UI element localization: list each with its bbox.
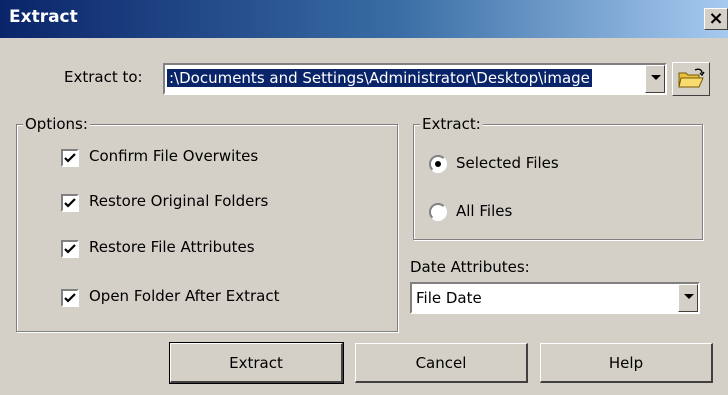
extract-to-dropdown-button[interactable] bbox=[645, 65, 665, 93]
all-files-label[interactable]: All Files bbox=[456, 202, 512, 220]
extract-to-path[interactable]: :\Documents and Settings\Administrator\D… bbox=[167, 69, 592, 87]
window-title: Extract bbox=[9, 7, 78, 27]
date-attributes-dropdown-button[interactable] bbox=[678, 284, 698, 312]
selected-files-label[interactable]: Selected Files bbox=[456, 154, 559, 172]
checkmark-icon bbox=[64, 198, 76, 208]
checkmark-icon bbox=[64, 293, 76, 303]
restore-folders-checkbox[interactable] bbox=[61, 194, 79, 212]
restore-attributes-label[interactable]: Restore File Attributes bbox=[89, 238, 255, 256]
date-attributes-select[interactable]: File Date bbox=[410, 282, 700, 314]
confirm-overwrite-checkbox[interactable] bbox=[61, 149, 79, 167]
checkmark-icon bbox=[64, 153, 76, 163]
checkmark-icon bbox=[64, 244, 76, 254]
date-attributes-value: File Date bbox=[416, 289, 482, 307]
extract-to-combo[interactable]: :\Documents and Settings\Administrator\D… bbox=[163, 63, 667, 95]
browse-folder-button[interactable] bbox=[672, 62, 710, 96]
title-bar: Extract × bbox=[0, 0, 728, 38]
close-button[interactable]: × bbox=[704, 8, 728, 30]
help-button-label: Help bbox=[608, 353, 644, 372]
extract-to-label: Extract to: bbox=[64, 68, 143, 86]
extract-button[interactable]: Extract bbox=[169, 342, 344, 384]
extract-legend: Extract: bbox=[420, 115, 483, 133]
cancel-button[interactable]: Cancel bbox=[355, 343, 528, 383]
close-icon: × bbox=[708, 8, 724, 29]
open-folder-checkbox[interactable] bbox=[61, 289, 79, 307]
cancel-button-label: Cancel bbox=[415, 353, 467, 372]
selected-files-radio[interactable] bbox=[429, 155, 447, 173]
date-attributes-label: Date Attributes: bbox=[410, 258, 530, 276]
all-files-radio[interactable] bbox=[429, 203, 447, 221]
restore-folders-label[interactable]: Restore Original Folders bbox=[89, 192, 268, 210]
extract-button-label: Extract bbox=[229, 353, 283, 372]
confirm-overwrite-label[interactable]: Confirm File Overwites bbox=[89, 147, 258, 165]
options-legend: Options: bbox=[23, 115, 90, 133]
help-button[interactable]: Help bbox=[540, 343, 713, 383]
extract-group: Extract: bbox=[413, 115, 703, 240]
open-folder-label[interactable]: Open Folder After Extract bbox=[89, 287, 279, 305]
restore-attributes-checkbox[interactable] bbox=[61, 240, 79, 258]
open-folder-icon bbox=[678, 68, 705, 88]
